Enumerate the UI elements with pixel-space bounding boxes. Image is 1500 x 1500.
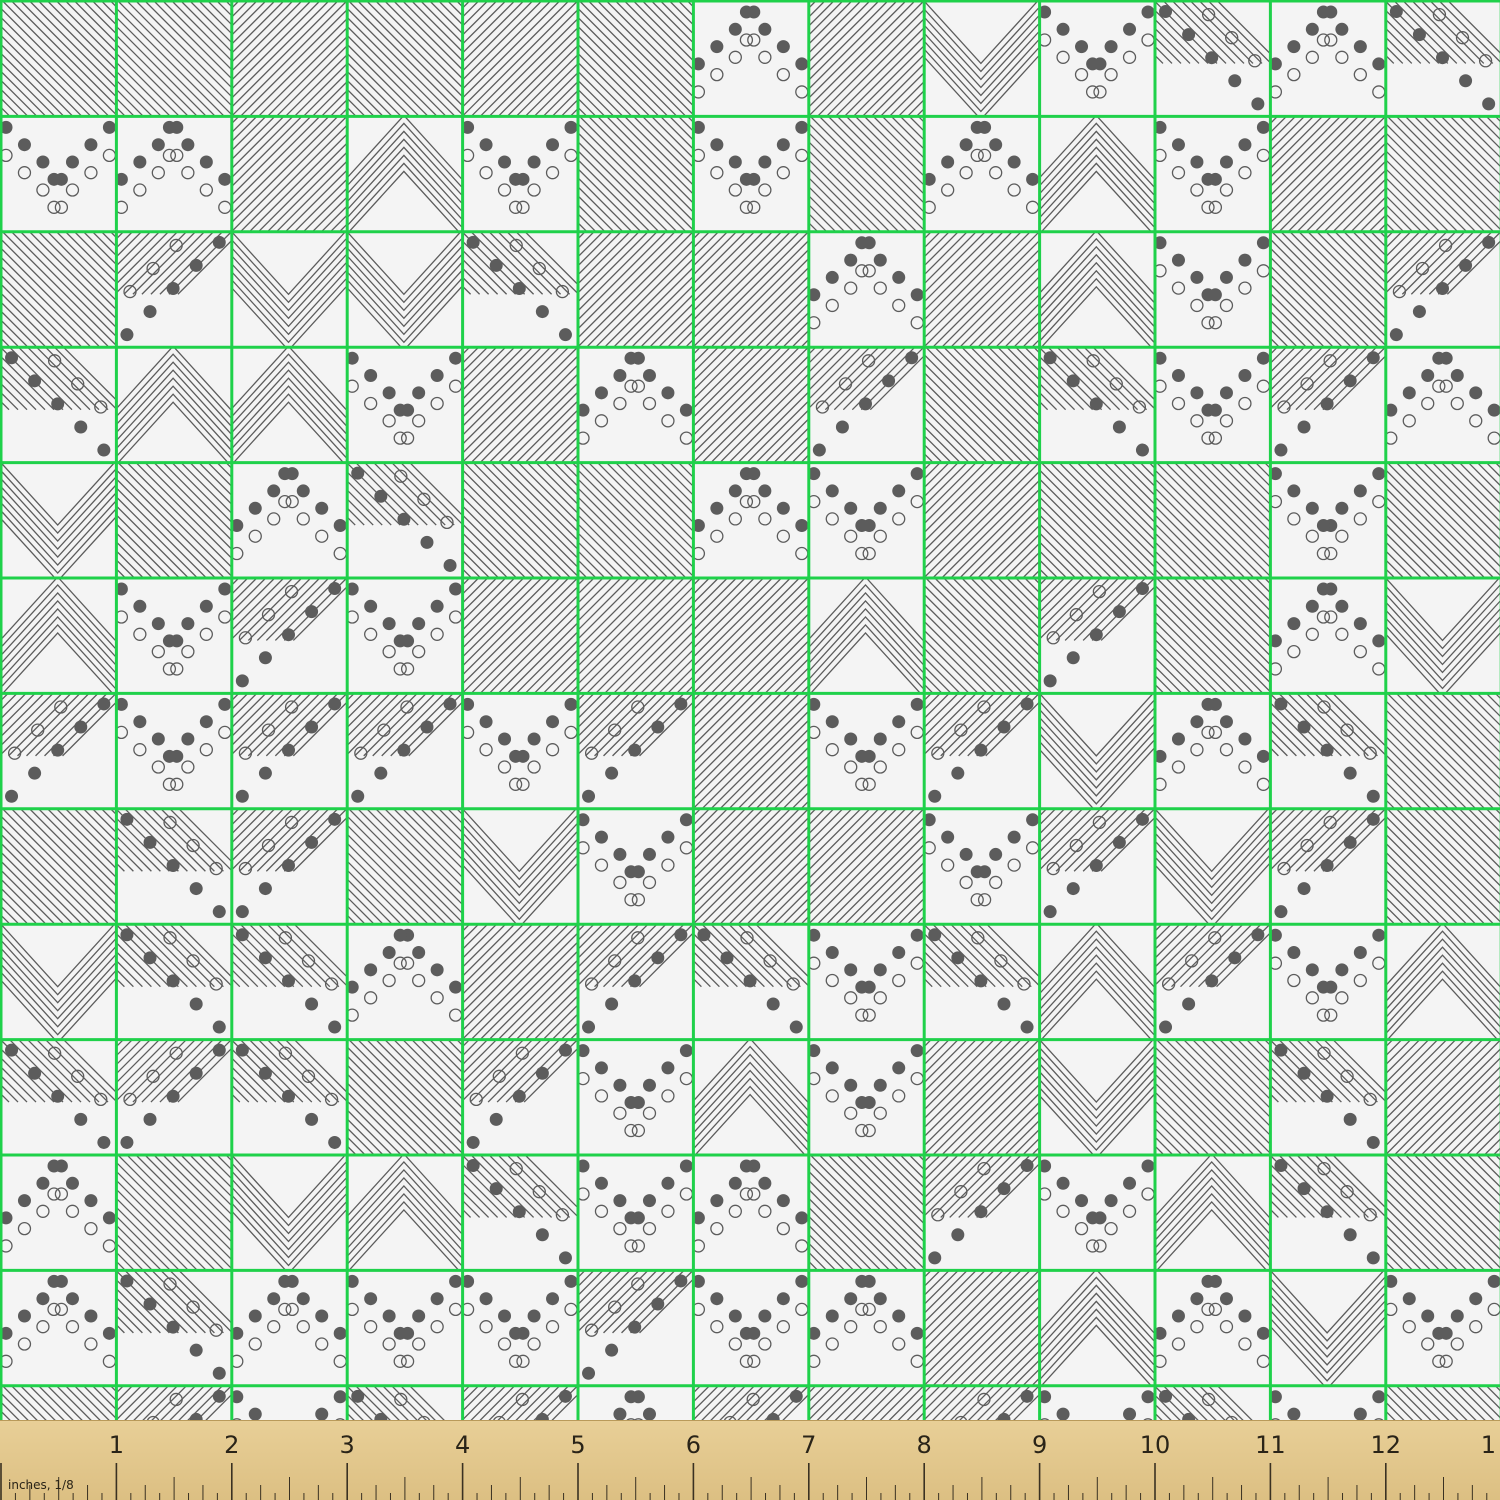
ruler-units-label: inches, 1/8 [8, 1478, 74, 1492]
ruler-number: 10 [1140, 1431, 1171, 1459]
ruler-number: 5 [570, 1431, 585, 1459]
ruler-number: 12 [1371, 1431, 1402, 1459]
measuring-ruler: 1 2 3 4 5 6 7 8 9 10 11 12 1 inches, 1/8 [0, 1420, 1500, 1500]
ruler-number: 2 [224, 1431, 239, 1459]
ruler-numbers: 1 2 3 4 5 6 7 8 9 10 11 12 1 [109, 1431, 1496, 1459]
ruler-number: 1 [109, 1431, 124, 1459]
ruler-number: 9 [1032, 1431, 1047, 1459]
ruler-number: 6 [686, 1431, 701, 1459]
ruler-number: 11 [1255, 1431, 1286, 1459]
fabric-swatch-view: 1 2 3 4 5 6 7 8 9 10 11 12 1 inches, 1/8 [0, 0, 1500, 1500]
ruler-number: 4 [455, 1431, 470, 1459]
ruler-ticks [0, 1463, 1488, 1500]
ruler-number: 8 [917, 1431, 932, 1459]
ruler-number: 3 [340, 1431, 355, 1459]
ruler-number: 7 [801, 1431, 816, 1459]
fabric-pattern [0, 0, 1500, 1420]
ruler-graphic: 1 2 3 4 5 6 7 8 9 10 11 12 1 inches, 1/8 [0, 1431, 1496, 1500]
ruler-number: 1 [1481, 1431, 1496, 1459]
